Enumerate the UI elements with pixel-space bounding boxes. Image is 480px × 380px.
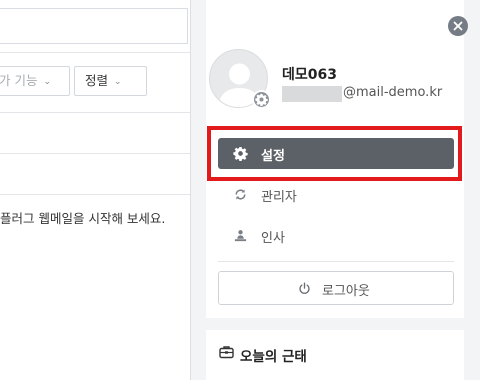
power-icon <box>299 282 310 294</box>
sort-dropdown[interactable]: 정렬 ⌄ <box>74 66 147 96</box>
redacted-email-prefix <box>282 86 342 102</box>
close-icon <box>453 21 463 31</box>
menu-item-label: 관리자 <box>261 190 297 205</box>
gear-icon <box>233 146 248 161</box>
filter-dropdown-label: 가 기능 <box>0 73 38 88</box>
chevron-down-icon: ⌄ <box>43 77 52 87</box>
divider <box>218 261 454 262</box>
logout-button[interactable]: 로그아웃 <box>218 271 454 305</box>
menu-item-label: 인사 <box>261 231 285 246</box>
user-name: 데모063 <box>282 67 337 83</box>
menu-item-label: 설정 <box>261 149 285 164</box>
attendance-title: 오늘의 근태 <box>240 349 307 365</box>
people-icon <box>234 230 247 242</box>
sort-dropdown-label: 정렬 <box>85 73 109 88</box>
divider <box>0 52 191 53</box>
close-button[interactable] <box>448 16 468 36</box>
divider <box>0 112 191 113</box>
user-email: @mail-demo.kr <box>343 85 443 100</box>
avatar-settings-button[interactable] <box>252 90 271 109</box>
divider <box>0 153 191 154</box>
filter-dropdown[interactable]: 가 기능 ⌄ <box>0 66 70 96</box>
gear-icon <box>255 93 268 106</box>
search-box[interactable] <box>0 8 188 44</box>
logout-label: 로그아웃 <box>322 284 370 299</box>
menu-item-hr[interactable]: 인사 <box>218 220 454 251</box>
empty-state-message: 플러그 웹메일을 시작해 보세요. <box>0 211 166 226</box>
chevron-down-icon: ⌄ <box>114 77 122 87</box>
background-page: 가 기능 ⌄ 정렬 ⌄ 플러그 웹메일을 시작해 보세요. <box>0 0 191 380</box>
menu-item-admin[interactable]: 관리자 <box>218 179 454 210</box>
divider <box>0 194 191 195</box>
sync-icon <box>235 189 246 200</box>
briefcase-icon <box>219 346 234 359</box>
menu-item-settings[interactable]: 설정 <box>218 138 454 169</box>
